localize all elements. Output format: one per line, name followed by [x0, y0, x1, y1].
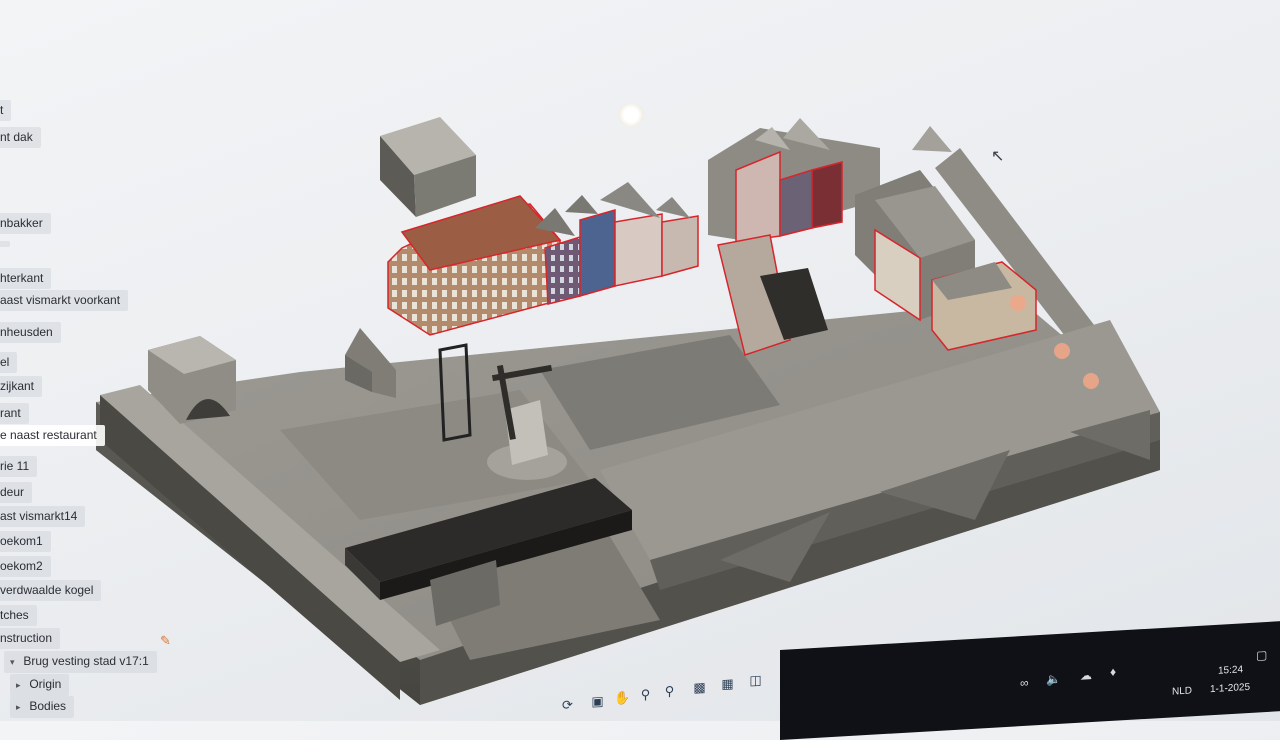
- grid-icon[interactable]: ▦: [720, 676, 735, 692]
- look-at-icon[interactable]: ▣: [590, 693, 605, 709]
- language-indicator[interactable]: NLD: [1172, 685, 1192, 697]
- browser-item[interactable]: oekom1: [0, 531, 51, 552]
- component-label: Brug vesting stad v17:1: [23, 654, 149, 668]
- chevron-right-icon[interactable]: ▸: [16, 700, 26, 715]
- 3d-model[interactable]: [0, 0, 1280, 721]
- browser-item[interactable]: ast vismarkt14: [0, 506, 86, 527]
- notification-icon[interactable]: ▢: [1256, 648, 1267, 663]
- chevron-down-icon[interactable]: ▾: [10, 655, 20, 670]
- light-marker: [1010, 295, 1026, 311]
- clock-date[interactable]: 1-1-2025: [1210, 682, 1250, 695]
- browser-item[interactable]: aast vismarkt voorkant: [0, 290, 129, 311]
- light-marker: [1083, 373, 1099, 389]
- display-settings-icon[interactable]: ▩: [692, 679, 707, 695]
- browser-item[interactable]: deur: [0, 482, 33, 503]
- bodies-label: Bodies: [29, 699, 67, 713]
- wifi-icon[interactable]: ∞: [1020, 676, 1029, 690]
- orbit-icon[interactable]: ⟳: [560, 697, 575, 713]
- facade-row-back[interactable]: [708, 118, 880, 243]
- pan-hand-icon[interactable]: ✋: [614, 690, 630, 706]
- browser-item[interactable]: [0, 241, 10, 247]
- chevron-right-icon[interactable]: ▸: [16, 678, 26, 693]
- browser-item[interactable]: rie 11: [0, 456, 38, 477]
- browser-item[interactable]: rant: [0, 403, 29, 424]
- browser-item[interactable]: hterkant: [0, 268, 52, 289]
- light-marker: [1054, 343, 1070, 359]
- browser-item[interactable]: e naast restaurant: [0, 425, 105, 446]
- browser-item[interactable]: nheusden: [0, 322, 61, 343]
- bodies-node[interactable]: ▸ Bodies: [10, 696, 75, 718]
- edit-pencil-icon[interactable]: ✎: [160, 633, 171, 649]
- browser-item[interactable]: zijkant: [0, 376, 43, 397]
- clock-time[interactable]: 15:24: [1218, 664, 1243, 676]
- origin-label: Origin: [29, 677, 62, 691]
- cad-viewport[interactable]: ↖: [0, 0, 1280, 721]
- zoom-icon[interactable]: ⚲: [638, 687, 653, 703]
- viewports-icon[interactable]: ◫: [748, 672, 763, 688]
- browser-item[interactable]: oekom2: [0, 556, 51, 577]
- component-node[interactable]: ▾ Brug vesting stad v17:1: [4, 651, 157, 673]
- browser-item[interactable]: nt dak: [0, 127, 41, 148]
- mouse-pointer-icon: ↖: [991, 148, 1005, 165]
- browser-item[interactable]: t: [0, 100, 12, 121]
- cloud-icon[interactable]: ☁: [1080, 668, 1092, 683]
- browser-item[interactable]: verdwaalde kogel: [0, 580, 102, 601]
- browser-item[interactable]: nstruction: [0, 628, 61, 649]
- browser-item[interactable]: el: [0, 352, 18, 373]
- bluetooth-icon[interactable]: ♦: [1110, 665, 1116, 679]
- floating-block[interactable]: [380, 117, 476, 217]
- browser-item[interactable]: nbakker: [0, 213, 51, 234]
- browser-item[interactable]: tches: [0, 605, 37, 626]
- fit-icon[interactable]: ⚲: [662, 683, 677, 699]
- speaker-icon[interactable]: 🔈: [1046, 672, 1061, 687]
- origin-node[interactable]: ▸ Origin: [10, 674, 70, 696]
